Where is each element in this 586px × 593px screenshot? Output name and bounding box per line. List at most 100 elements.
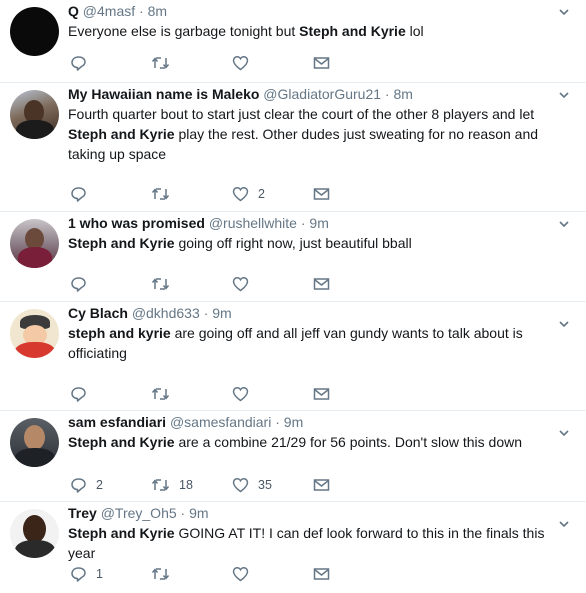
handle[interactable]: @dkhd633 bbox=[132, 305, 200, 321]
dm-button[interactable] bbox=[313, 567, 394, 581]
reply-button[interactable] bbox=[70, 186, 151, 202]
chevron-down-icon[interactable] bbox=[558, 427, 570, 439]
avatar[interactable] bbox=[10, 418, 59, 467]
retweet-icon bbox=[151, 188, 170, 200]
retweet-button[interactable] bbox=[151, 55, 232, 71]
retweet-icon bbox=[151, 57, 170, 69]
heart-icon bbox=[232, 478, 249, 493]
tweet-header: Q @4masf · 8m bbox=[68, 2, 558, 20]
avatar-shirt bbox=[15, 342, 55, 358]
like-button[interactable] bbox=[232, 566, 313, 582]
display-name[interactable]: sam esfandiari bbox=[68, 414, 166, 430]
avatar-face bbox=[24, 425, 45, 450]
tweet-text: Steph and Kyrie going off right now, jus… bbox=[68, 235, 412, 251]
handle[interactable]: @4masf bbox=[83, 3, 135, 19]
separator: · bbox=[203, 305, 209, 321]
envelope-icon bbox=[313, 479, 330, 491]
envelope-icon bbox=[313, 388, 330, 400]
tweet[interactable]: sam esfandiari @samesfandiari · 9m Steph… bbox=[0, 411, 586, 502]
like-button[interactable] bbox=[232, 55, 313, 71]
tweet-text: Fourth quarter bout to start just clear … bbox=[68, 106, 539, 162]
tweet-text: Steph and Kyrie GOING AT IT! I can def l… bbox=[68, 525, 545, 561]
separator: · bbox=[139, 3, 144, 19]
tweet-header: Trey @Trey_Oh5 · 9m bbox=[68, 504, 558, 522]
tweet-text: Steph and Kyrie are a combine 21/29 for … bbox=[68, 434, 523, 450]
tweet[interactable]: Q @4masf · 8m Everyone else is garbage t… bbox=[0, 0, 586, 83]
dm-button[interactable] bbox=[313, 187, 394, 201]
tweet[interactable]: My Hawaiian name is Maleko @GladiatorGur… bbox=[0, 83, 586, 212]
like-button[interactable] bbox=[232, 386, 313, 402]
reply-icon bbox=[71, 478, 86, 493]
reply-button[interactable]: 2 bbox=[70, 477, 151, 493]
avatar[interactable] bbox=[10, 509, 59, 558]
handle[interactable]: @GladiatorGuru21 bbox=[263, 86, 381, 102]
reply-icon bbox=[71, 56, 86, 71]
reply-icon bbox=[71, 387, 86, 402]
retweet-count: 18 bbox=[179, 478, 193, 492]
retweet-button[interactable] bbox=[151, 276, 232, 292]
retweet-button[interactable] bbox=[151, 386, 232, 402]
avatar[interactable] bbox=[10, 219, 59, 268]
reply-button[interactable] bbox=[70, 386, 151, 402]
chevron-down-icon[interactable] bbox=[558, 89, 570, 101]
tweet-header: sam esfandiari @samesfandiari · 9m bbox=[68, 413, 558, 431]
avatar-shirt bbox=[16, 120, 54, 139]
avatar-face bbox=[23, 515, 46, 543]
like-button[interactable] bbox=[232, 276, 313, 292]
separator: · bbox=[180, 505, 186, 521]
avatar-shirt bbox=[18, 247, 52, 268]
timestamp[interactable]: 9m bbox=[212, 305, 231, 321]
like-button[interactable]: 2 bbox=[232, 186, 313, 202]
retweet-icon bbox=[151, 388, 170, 400]
heart-icon bbox=[232, 567, 249, 582]
reply-button[interactable]: 1 bbox=[70, 566, 151, 582]
chevron-down-icon[interactable] bbox=[558, 518, 570, 530]
handle[interactable]: @Trey_Oh5 bbox=[101, 505, 177, 521]
timestamp[interactable]: 9m bbox=[309, 215, 328, 231]
timestamp[interactable]: 8m bbox=[393, 86, 412, 102]
display-name[interactable]: Q bbox=[68, 3, 79, 19]
avatar[interactable] bbox=[10, 90, 59, 139]
envelope-icon bbox=[313, 278, 330, 290]
heart-icon bbox=[232, 56, 249, 71]
reply-icon bbox=[71, 187, 86, 202]
chevron-down-icon[interactable] bbox=[558, 318, 570, 330]
reply-button[interactable] bbox=[70, 276, 151, 292]
avatar-shirt bbox=[15, 448, 55, 467]
display-name[interactable]: Cy Blach bbox=[68, 305, 128, 321]
chevron-down-icon[interactable] bbox=[558, 6, 570, 18]
retweet-button[interactable]: 18 bbox=[151, 477, 232, 493]
dm-button[interactable] bbox=[313, 478, 394, 492]
reply-count: 1 bbox=[96, 567, 103, 581]
chevron-down-icon[interactable] bbox=[558, 218, 570, 230]
timestamp[interactable]: 9m bbox=[189, 505, 208, 521]
retweet-icon bbox=[151, 278, 170, 290]
reply-icon bbox=[71, 567, 86, 582]
envelope-icon bbox=[313, 568, 330, 580]
tweet[interactable]: 1 who was promised @rushellwhite · 9m St… bbox=[0, 212, 586, 302]
timestamp[interactable]: 8m bbox=[148, 3, 167, 19]
dm-button[interactable] bbox=[313, 387, 394, 401]
tweet-header: Cy Blach @dkhd633 · 9m bbox=[68, 304, 558, 322]
handle[interactable]: @samesfandiari bbox=[170, 414, 271, 430]
handle[interactable]: @rushellwhite bbox=[209, 215, 297, 231]
timestamp[interactable]: 9m bbox=[284, 414, 303, 430]
tweet[interactable]: Cy Blach @dkhd633 · 9m steph and kyrie a… bbox=[0, 302, 586, 411]
tweet[interactable]: Trey @Trey_Oh5 · 9m Steph and Kyrie GOIN… bbox=[0, 502, 586, 593]
like-count: 35 bbox=[258, 478, 272, 492]
retweet-icon bbox=[151, 479, 170, 491]
dm-button[interactable] bbox=[313, 277, 394, 291]
envelope-icon bbox=[313, 57, 330, 69]
display-name[interactable]: My Hawaiian name is Maleko bbox=[68, 86, 259, 102]
display-name[interactable]: 1 who was promised bbox=[68, 215, 205, 231]
retweet-button[interactable] bbox=[151, 566, 232, 582]
like-button[interactable]: 35 bbox=[232, 477, 313, 493]
avatar[interactable] bbox=[10, 7, 59, 56]
dm-button[interactable] bbox=[313, 56, 394, 70]
like-count: 2 bbox=[258, 187, 265, 201]
reply-button[interactable] bbox=[70, 55, 151, 71]
tweet-text: Everyone else is garbage tonight but Ste… bbox=[68, 23, 424, 39]
retweet-button[interactable] bbox=[151, 186, 232, 202]
display-name[interactable]: Trey bbox=[68, 505, 97, 521]
avatar[interactable] bbox=[10, 309, 59, 358]
